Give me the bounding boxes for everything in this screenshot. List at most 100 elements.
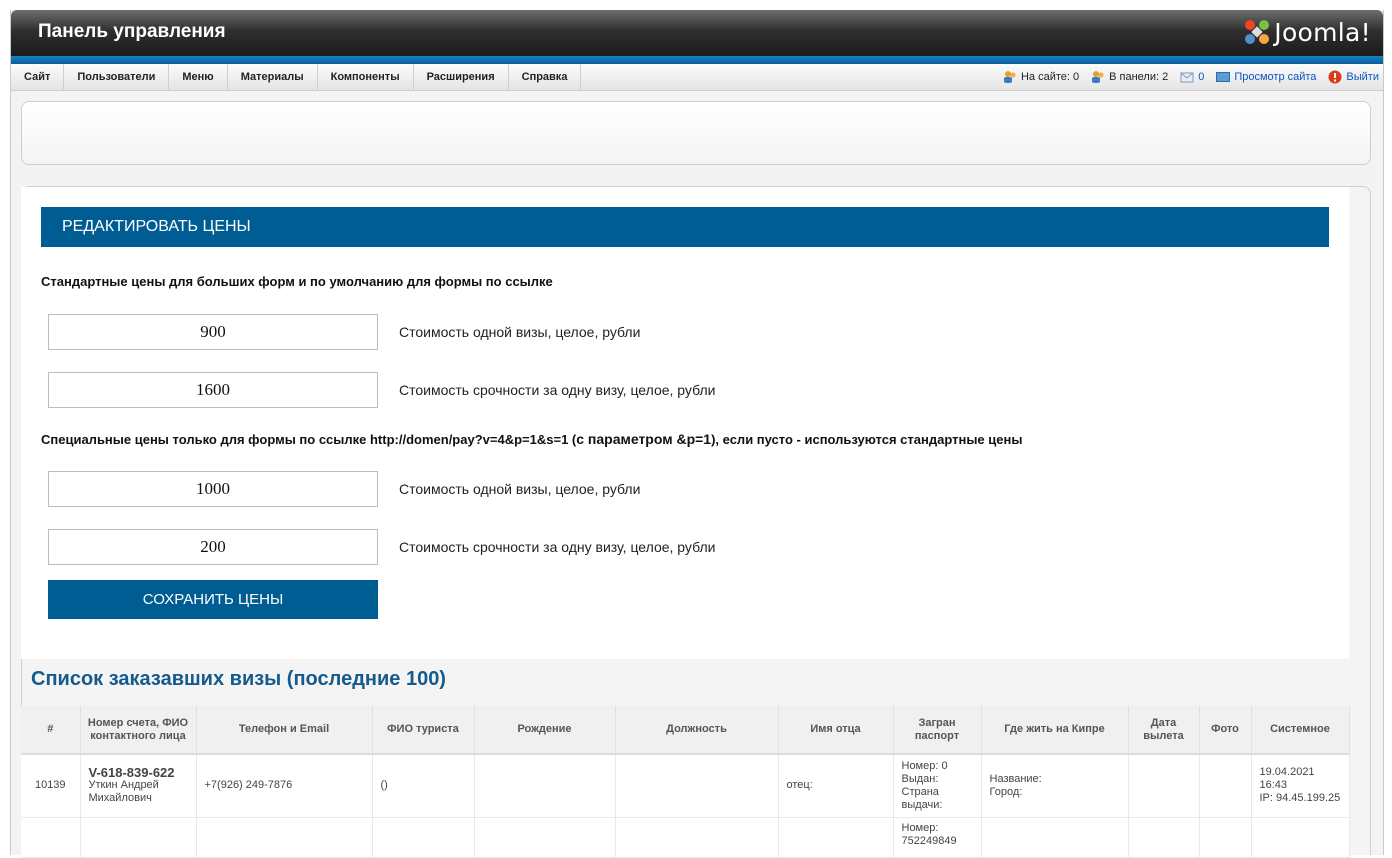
row-passport: Номер: 752249849 [893,817,982,858]
col-phone: Телефон и Email [196,706,373,755]
orders-header-row: # Номер счета, ФИО контактного лица Теле… [21,706,1350,755]
row-cyprus [981,817,1129,858]
special-prices-param: с параметром &p=1 [576,431,712,447]
in-admin-count: В панели: 2 [1109,71,1169,83]
special-visa-row: Стоимость одной визы, целое, рубли [48,470,640,508]
row-position [615,817,779,858]
col-father: Имя отца [778,706,894,755]
orders-table: # Номер счета, ФИО контактного лица Теле… [21,706,1350,858]
price-edit-heading: РЕДАКТИРОВАТЬ ЦЕНЫ [41,207,1329,247]
logout-link[interactable]: Выйти [1328,70,1379,84]
on-site-count: На сайте: 0 [1020,71,1080,83]
header-bar: Панель управления Joomla! [11,10,1383,56]
save-prices-button[interactable]: СОХРАНИТЬ ЦЕНЫ [48,580,378,619]
passport-number: Номер: 0 [901,759,948,772]
special-prices-title-end: ), если пусто - используются стандартные… [711,432,1023,447]
logout-label[interactable]: Выйти [1346,71,1379,83]
price-edit-panel: РЕДАКТИРОВАТЬ ЦЕНЫ Стандартные цены для … [21,187,1349,659]
row-father: отец: [778,754,894,818]
table-row: Номер: 752249849 [21,817,1350,858]
col-departure: Дата вылета [1128,706,1200,755]
orders-list-title: Список заказавших визы (последние 100) [31,668,446,690]
row-cyprus: Название: Город: [981,754,1129,818]
status-area: На сайте: 0 В панели: 2 0 Просмотр сайта… [991,64,1379,90]
toolbar-box [21,101,1371,165]
cyprus-name: Название: [989,772,1042,785]
row-departure [1128,817,1200,858]
table-row: 10139 V-618-839-622 Уткин Андрей Михайло… [21,754,1350,818]
special-prices-title: Специальные цены только для формы по ссы… [41,431,1022,447]
on-site-status: На сайте: 0 [1003,70,1079,84]
passport-country: Страна выдачи: [901,785,943,811]
messages-count[interactable]: 0 [1198,71,1204,83]
messages-status[interactable]: 0 [1180,71,1204,83]
row-account: V-618-839-622 Уткин Андрей Михайлович [80,754,197,818]
row-father [778,817,894,858]
special-visa-price-label: Стоимость одной визы, целое, рубли [399,481,641,497]
joomla-logo: Joomla! [1242,16,1371,48]
users-online-icon [1003,71,1016,83]
row-departure [1128,754,1200,818]
col-photo: Фото [1199,706,1252,755]
standard-urgent-row: Стоимость срочности за одну визу, целое,… [48,371,715,409]
logout-icon [1328,70,1342,84]
col-system: Системное [1251,706,1350,755]
row-system: 19.04.2021 16:43 IP: 94.45.199.25 [1251,754,1350,818]
passport-issued: Выдан: [901,772,939,785]
row-num [21,817,81,858]
col-tourist: ФИО туриста [372,706,475,755]
col-passport: Загран паспорт [893,706,982,755]
menu-item-components[interactable]: Компоненты [318,64,414,90]
main-menu-bar: Сайт Пользователи Меню Материалы Компоне… [11,64,1383,91]
standard-visa-row: Стоимость одной визы, целое, рубли [48,313,640,351]
standard-visa-price-input[interactable] [48,314,378,350]
admins-online-icon [1092,71,1104,83]
monitor-icon [1216,71,1231,82]
view-site-link[interactable]: Просмотр сайта [1216,71,1316,83]
standard-visa-price-label: Стоимость одной визы, целое, рубли [399,324,641,340]
header-accent-strip [11,56,1383,64]
messages-icon [1180,72,1194,83]
passport-number: Номер: 752249849 [901,821,957,847]
standard-prices-title: Стандартные цены для больших форм и по у… [41,274,553,289]
row-num: 10139 [21,754,81,818]
row-position [615,754,779,818]
account-number: V-618-839-622 [88,765,175,781]
row-birth [474,817,616,858]
row-system [1251,817,1350,858]
menu-item-site[interactable]: Сайт [11,64,65,90]
row-passport: Номер: 0 Выдан: Страна выдачи: [893,754,982,818]
special-prices-title-start: Специальные цены только для формы по ссы… [41,432,577,447]
row-tourist [372,817,475,858]
row-photo [1199,817,1252,858]
row-tourist: () [372,754,475,818]
view-site-label[interactable]: Просмотр сайта [1234,71,1316,83]
col-cyprus: Где жить на Кипре [981,706,1129,755]
special-urgent-price-input[interactable] [48,529,378,565]
joomla-logo-icon [1245,20,1270,44]
special-visa-price-input[interactable] [48,471,378,507]
cyprus-city: Город: [989,785,1023,798]
row-phone: +7(926) 249-7876 [196,754,373,818]
menu-item-help[interactable]: Справка [509,64,582,90]
col-num: # [21,706,81,755]
col-position: Должность [615,706,779,755]
standard-urgent-price-input[interactable] [48,372,378,408]
row-birth [474,754,616,818]
standard-urgent-price-label: Стоимость срочности за одну визу, целое,… [399,382,716,398]
system-date: 19.04.2021 16:43 [1259,766,1315,792]
menu-item-menus[interactable]: Меню [169,64,228,90]
contact-name: Уткин Андрей Михайлович [88,779,159,805]
page-title: Панель управления [38,21,226,42]
col-account: Номер счета, ФИО контактного лица [80,706,197,755]
row-phone [196,817,373,858]
menu-item-content[interactable]: Материалы [228,64,318,90]
menu-item-extensions[interactable]: Расширения [414,64,509,90]
menu-item-users[interactable]: Пользователи [64,64,170,90]
joomla-logo-text: Joomla! [1274,17,1371,47]
special-urgent-price-label: Стоимость срочности за одну визу, целое,… [399,539,716,555]
in-admin-status: В панели: 2 [1091,70,1168,84]
row-photo [1199,754,1252,818]
col-birth: Рождение [474,706,616,755]
special-urgent-row: Стоимость срочности за одну визу, целое,… [48,528,715,566]
